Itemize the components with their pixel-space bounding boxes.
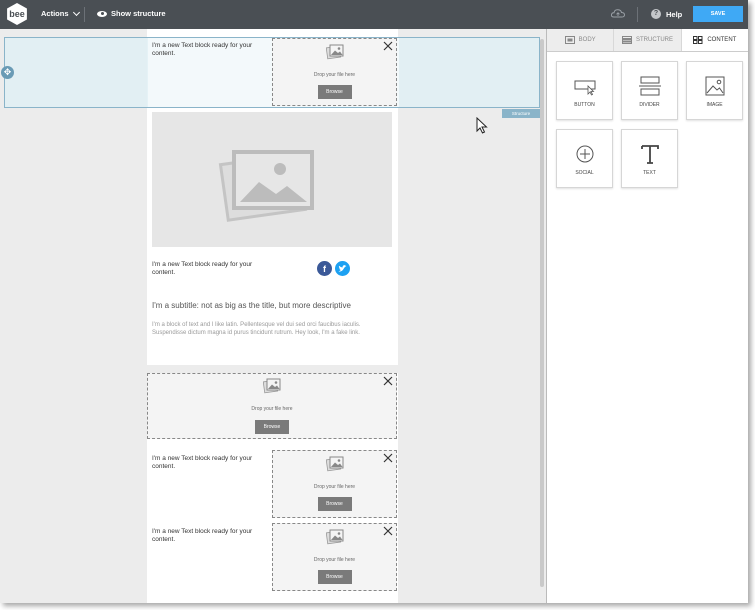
toolbar-divider [637,7,638,22]
image-placeholder-icon [263,378,281,394]
email-canvas: ✥ Structure I'm a new Text block ready f… [0,29,546,603]
image-icon [705,76,724,96]
content-grid-icon [693,36,703,44]
toolbar-divider [84,7,85,22]
drop-text: Drop your file here [251,406,293,412]
body-icon [564,36,575,44]
drop-text: Drop your file here [313,484,356,490]
text-block[interactable]: I'm a new Text block ready for your cont… [152,528,267,544]
tile-button[interactable]: BUTTON [556,61,613,120]
side-panel: BODY STRUCTURE CONTENT BUTTON DIVIDER IM… [546,29,748,603]
tab-body[interactable]: BODY [547,29,615,51]
divider-icon [638,76,661,96]
chevron-down-icon [72,8,80,16]
text-block[interactable]: I'm a new Text block ready for your cont… [152,42,267,58]
show-structure-toggle[interactable]: Show structure [97,9,166,18]
browse-button[interactable]: Browse [317,497,352,511]
tab-content[interactable]: CONTENT [681,29,748,51]
image-placeholder-icon [218,150,314,222]
tile-image[interactable]: IMAGE [686,61,743,120]
subtitle-text[interactable]: I'm a subtitle: not as big as the title,… [152,301,392,310]
tile-label: DIVIDER [639,102,660,108]
browse-button[interactable]: Browse [317,85,352,99]
row-gap [147,365,398,373]
browse-button[interactable]: Browse [255,420,289,434]
image-dropzone[interactable]: Drop your file here Browse [272,38,397,106]
tile-text[interactable]: TEXT [621,129,678,188]
close-icon[interactable] [383,376,393,386]
actions-menu[interactable]: Actions [41,8,80,18]
browse-button[interactable]: Browse [317,570,352,584]
image-dropzone[interactable]: Drop your file here Browse [147,373,397,439]
help-button[interactable]: ? Help [651,9,682,19]
help-icon: ? [651,9,661,19]
image-block[interactable] [152,112,392,247]
tile-label: BUTTON [574,102,595,108]
facebook-icon[interactable]: f [317,261,332,276]
save-button[interactable]: SAVE [693,6,743,22]
tile-label: TEXT [643,170,656,176]
drop-text: Drop your file here [313,72,356,78]
text-block[interactable]: I'm a new Text block ready for your cont… [152,455,267,471]
tab-label: BODY [578,37,596,43]
cloud-upload-icon[interactable] [611,9,625,18]
image-dropzone[interactable]: Drop your file here Browse [272,450,397,518]
close-icon[interactable] [383,453,393,463]
drop-text: Drop your file here [313,557,356,563]
image-dropzone[interactable]: Drop your file here Browse [272,523,397,591]
bee-logo[interactable]: bee [7,3,27,25]
tab-label: STRUCTURE [635,37,673,43]
structure-icon [621,36,632,44]
move-handle-icon[interactable]: ✥ [1,66,14,79]
paragraph-text[interactable]: I'm a block of text and I like latin. Pe… [152,321,392,337]
app-window: bee Actions Show structure ? Help SAVE ✥… [0,0,748,603]
show-structure-label: Show structure [111,9,166,18]
tile-label: IMAGE [706,102,723,108]
structure-tag[interactable]: Structure [502,109,540,118]
actions-label: Actions [41,9,69,18]
close-icon[interactable] [383,526,393,536]
mouse-cursor-icon [476,117,488,134]
button-icon [574,80,595,96]
tab-structure[interactable]: STRUCTURE [614,29,682,51]
social-icon [576,145,593,163]
image-placeholder-icon [325,456,343,472]
tile-label: SOCIAL [575,170,594,176]
twitter-icon[interactable] [335,261,350,276]
help-label: Help [666,9,683,19]
image-placeholder-icon [325,44,343,60]
eye-icon [97,10,107,17]
canvas-scrollbar[interactable] [540,39,544,587]
tile-social[interactable]: SOCIAL [556,129,613,188]
tile-divider[interactable]: DIVIDER [621,61,678,120]
top-bar: bee Actions Show structure ? Help SAVE [0,0,748,29]
image-placeholder-icon [325,529,343,545]
text-block[interactable]: I'm a new Text block ready for your cont… [152,261,267,277]
text-icon [640,145,659,164]
panel-tabs: BODY STRUCTURE CONTENT [547,29,748,52]
close-icon[interactable] [383,41,393,51]
tab-label: CONTENT [707,37,737,43]
